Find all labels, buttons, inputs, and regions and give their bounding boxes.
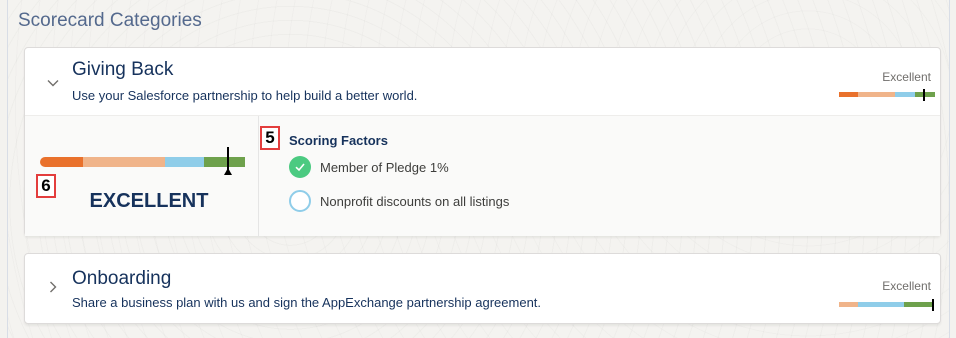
category-details: EXCELLENT 6 5 Scoring Factors Member of … [25,115,940,237]
scoring-factor-label: Nonprofit discounts on all listings [320,193,510,209]
score-marker [223,147,232,175]
score-marker [932,299,935,311]
callout-badge: 5 [260,126,280,150]
mini-score-bar [839,89,935,101]
category-title: Giving Back [72,59,174,80]
scorecard-container: Scorecard Categories Giving Back Use you… [7,0,950,338]
callout-badge: 6 [36,174,56,198]
rating-text: EXCELLENT [89,190,209,212]
chevron-down-icon[interactable] [45,76,61,92]
mini-score-bar [839,299,935,311]
scoring-factors-title: Scoring Factors [289,133,388,148]
rating-label: Excellent [882,70,931,84]
category-title: Onboarding [72,268,172,289]
rating-label: Excellent [882,279,931,293]
scoring-factor-label: Member of Pledge 1% [320,159,449,175]
category-description: Share a business plan with us and sign t… [72,295,542,310]
score-bar [40,147,245,175]
category-header-giving-back[interactable]: Giving Back Use your Salesforce partners… [25,48,940,115]
chevron-right-icon[interactable] [45,280,61,296]
check-icon [289,156,311,178]
category-card-giving-back: Giving Back Use your Salesforce partners… [24,47,941,237]
scoring-factor-item: Member of Pledge 1% [289,156,449,178]
score-panel: EXCELLENT [25,116,259,237]
category-card-onboarding[interactable]: Onboarding Share a business plan with us… [24,253,941,324]
category-description: Use your Salesforce partnership to help … [72,88,418,103]
scoring-factor-item: Nonprofit discounts on all listings [289,190,509,212]
circle-outline-icon [289,190,311,212]
category-header-onboarding[interactable]: Onboarding Share a business plan with us… [25,254,940,321]
score-marker [923,89,926,101]
section-title: Scorecard Categories [18,10,202,31]
